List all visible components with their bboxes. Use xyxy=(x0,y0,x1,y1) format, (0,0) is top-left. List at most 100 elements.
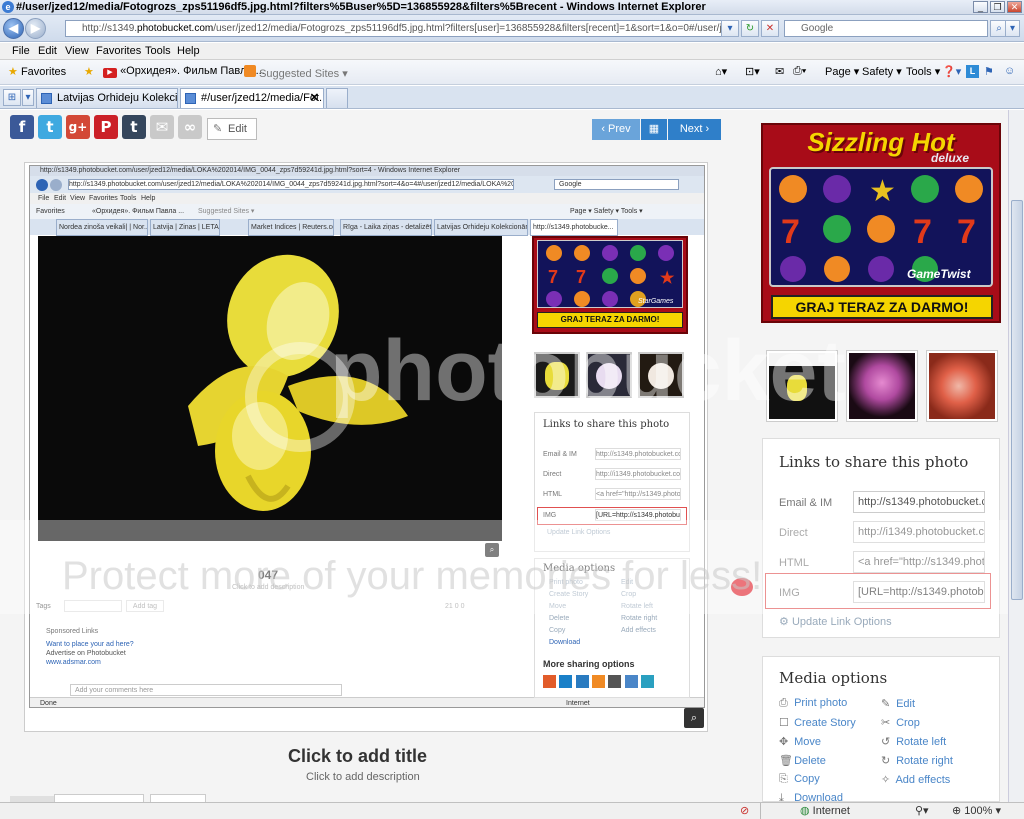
address-prefix: http://s1349. xyxy=(82,23,138,34)
rotate-left-link[interactable]: ↺ Rotate left xyxy=(881,735,946,748)
quick-tabs-button[interactable]: ⊞ xyxy=(3,89,21,106)
menu-view[interactable]: View xyxy=(65,45,89,57)
addon-l-icon[interactable]: L xyxy=(966,65,979,78)
email-icon[interactable]: ✉ xyxy=(150,115,174,139)
stop-button[interactable]: ✕ xyxy=(761,20,779,37)
search-options-button[interactable]: ▾ xyxy=(1005,20,1020,37)
scrollbar-thumb[interactable] xyxy=(1011,200,1023,600)
refresh-button[interactable]: ↻ xyxy=(741,20,759,37)
menu-help[interactable]: Help xyxy=(177,45,200,57)
rotate-right-link[interactable]: ↻ Rotate right xyxy=(881,754,953,767)
feeds-icon[interactable]: ⊡▾ xyxy=(745,65,760,78)
copy-icon: ⎘ xyxy=(779,773,788,785)
menu-tools[interactable]: Tools xyxy=(145,45,171,57)
menu-edit[interactable]: Edit xyxy=(38,45,57,57)
minimize-button[interactable]: _ xyxy=(973,1,988,13)
close-window-button[interactable]: ✕ xyxy=(1007,1,1022,13)
photo-title[interactable]: Click to add title xyxy=(288,746,427,767)
prev-button[interactable]: ‹ Prev xyxy=(592,119,640,140)
suggested-sites-link[interactable]: Suggested Sites ▾ xyxy=(244,65,348,80)
ad-cta-button[interactable]: GRAJ TERAZ ZA DARMO! xyxy=(771,295,993,319)
inner-forward-icon xyxy=(50,179,62,191)
zoom-icon: ⊕ xyxy=(952,805,962,817)
close-tab-icon[interactable]: ✕ xyxy=(310,89,319,107)
zoom-icon[interactable]: ⌕ xyxy=(684,708,704,728)
print-photo-link[interactable]: ⎙ Print photo xyxy=(779,697,847,710)
thumbnail-2[interactable] xyxy=(846,350,918,422)
inner-sponsored-label: Sponsored Links xyxy=(46,628,99,635)
rotate-right-icon: ↻ xyxy=(881,755,891,767)
watermark-ring-icon xyxy=(245,342,355,452)
pinterest-icon[interactable]: P xyxy=(94,115,118,139)
internet-zone[interactable]: ◍ Internet xyxy=(800,803,850,819)
safety-menu[interactable]: Safety ▾ xyxy=(862,65,902,78)
grid-view-button[interactable]: ▦ xyxy=(641,119,667,140)
link-icon[interactable]: ∞ xyxy=(178,115,202,139)
edit-button[interactable]: ✎ Edit xyxy=(207,118,257,140)
add-favorite-icon[interactable]: ★ xyxy=(84,65,94,78)
slot-ad-banner[interactable]: Sizzling Hot deluxe ★ 777 GameTwist GRAJ… xyxy=(761,123,1001,323)
youtube-icon: ▶ xyxy=(103,68,117,78)
menu-bar: File Edit View Favorites Tools Help xyxy=(0,43,1024,60)
back-button[interactable]: ◀ xyxy=(3,18,24,39)
copy-link[interactable]: ⎘ Copy xyxy=(779,773,820,786)
add-tag-button[interactable] xyxy=(150,794,206,802)
status-separator xyxy=(760,803,790,819)
tumblr-icon[interactable]: t xyxy=(122,115,146,139)
favorite-link-orchid-film[interactable]: ▶ «Орхидея». Фильм Павла ... xyxy=(103,65,265,78)
edit-link[interactable]: ✎ Edit xyxy=(881,697,915,710)
vertical-scrollbar[interactable] xyxy=(1008,110,1024,802)
home-icon[interactable]: ⌂▾ xyxy=(715,65,727,78)
favorites-button[interactable]: ★ Favorites xyxy=(8,65,66,78)
tab-list-button[interactable]: ▾ xyxy=(22,89,34,106)
address-dropdown-button[interactable]: ▾ xyxy=(721,20,739,37)
create-story-link[interactable]: ☐ Create Story xyxy=(779,716,856,729)
inner-back-icon xyxy=(36,179,48,191)
menu-favorites[interactable]: Favorites xyxy=(96,45,141,57)
next-button[interactable]: Next › xyxy=(668,119,721,140)
crop-icon: ✂ xyxy=(881,717,891,729)
edit-icon: ✎ xyxy=(881,698,891,710)
nested-browser-screenshot: http://s1349.photobucket.com/user/jzed12… xyxy=(29,165,705,708)
download-link[interactable]: ⤓ Download xyxy=(779,792,843,802)
twitter-icon[interactable]: t xyxy=(38,115,62,139)
tab-latvijas-orhideju[interactable]: Latvijas Orhideju Kolekcionār... xyxy=(36,88,178,108)
zoom-level[interactable]: ⊕ 100% ▾ xyxy=(952,803,1001,819)
photo-description[interactable]: Click to add description xyxy=(306,771,420,783)
media-options-panel: Media options ⎙ Print photo ☐ Create Sto… xyxy=(762,656,1000,802)
tag-input[interactable] xyxy=(54,794,144,802)
crop-link[interactable]: ✂ Crop xyxy=(881,716,920,729)
tab-photobucket-media[interactable]: #/user/jzed12/media/Fot... ✕ xyxy=(180,88,324,108)
inner-ad-brand: StarGames xyxy=(638,298,674,305)
move-link[interactable]: ✥ Move xyxy=(779,735,821,748)
delete-link[interactable]: 🗑 Delete xyxy=(779,754,826,767)
mail-icon[interactable]: ✉ xyxy=(775,65,784,78)
globe-icon: ◍ xyxy=(800,805,810,817)
google-plus-icon[interactable]: g+ xyxy=(66,115,90,139)
window-title: #/user/jzed12/media/Fotogrozs_zps51196df… xyxy=(16,1,557,13)
search-input[interactable]: Google xyxy=(784,20,988,37)
ad-headline-sub: deluxe xyxy=(931,151,970,165)
forward-button[interactable]: ▶ xyxy=(25,18,46,39)
messenger-icon[interactable]: ☺ xyxy=(1004,65,1015,77)
add-effects-link[interactable]: ✧ Add effects xyxy=(881,773,950,786)
svg-text:7: 7 xyxy=(548,267,558,287)
help-icon[interactable]: ❓▾ xyxy=(942,65,961,78)
watermark-logo: photobucket xyxy=(330,323,846,419)
address-bar[interactable]: http://s1349.photobucket.com/user/jzed12… xyxy=(65,20,737,37)
thumbnail-3[interactable] xyxy=(926,350,998,422)
print-icon[interactable]: ⎙▾ xyxy=(793,65,806,78)
research-icon[interactable]: ⚑ xyxy=(984,65,994,78)
svg-text:7: 7 xyxy=(781,213,800,251)
download-icon: ⤓ xyxy=(779,792,784,802)
facebook-icon[interactable]: f xyxy=(10,115,34,139)
new-tab-button[interactable] xyxy=(326,88,348,108)
share-field-email[interactable]: http://s1349.photobucket.co xyxy=(853,491,985,513)
maximize-button[interactable]: ❐ xyxy=(990,1,1005,13)
page-menu[interactable]: Page ▾ xyxy=(825,65,859,78)
update-link-options[interactable]: ⚙ Update Link Options xyxy=(779,615,892,628)
tools-menu[interactable]: Tools ▾ xyxy=(906,65,940,78)
ie-logo-icon: e xyxy=(2,1,14,13)
inner-favorites-bar: Favorites «Орхидея». Фильм Павла ... Sug… xyxy=(30,204,704,219)
menu-file[interactable]: File xyxy=(12,45,30,57)
